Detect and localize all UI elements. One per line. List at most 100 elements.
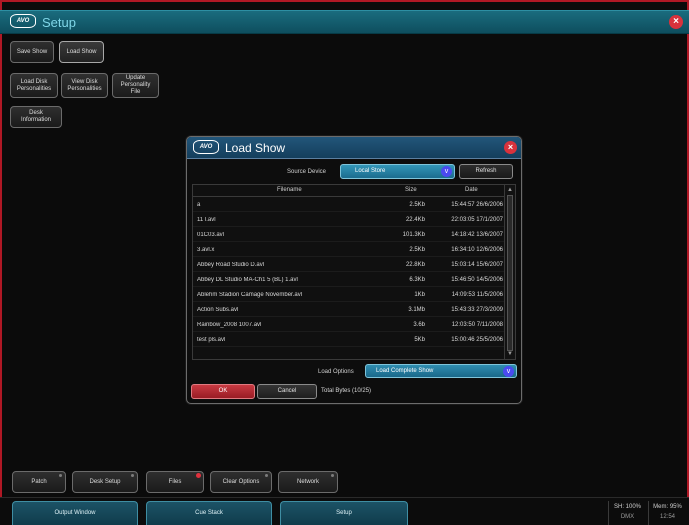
window-title: Setup: [42, 15, 76, 30]
list-header: Filename Size Date: [193, 185, 505, 197]
files-button[interactable]: Files: [146, 471, 204, 493]
corner-indicator: [131, 474, 134, 477]
status-cell-sh: SH: 100% DMX: [608, 501, 646, 525]
corner-indicator: [59, 474, 62, 477]
close-icon[interactable]: ×: [669, 15, 683, 29]
window-titlebar: AVO Setup ×: [0, 10, 689, 34]
file-row[interactable]: test pls.avl 5Kb 15:00:46 25/5/2006: [193, 333, 505, 347]
file-name: test pls.avl: [197, 337, 226, 343]
tab-setup[interactable]: Setup: [280, 501, 408, 525]
desk-setup-label: Desk Setup: [89, 478, 121, 485]
file-name: 11 l.avl: [197, 217, 216, 223]
file-size: 5Kb: [414, 337, 425, 343]
scroll-down-icon[interactable]: ▼: [506, 350, 514, 358]
update-personality-file-label: Update Personality File: [120, 75, 151, 95]
file-row[interactable]: Ablehm Stadion Camage November.avl 1Kb 14:…: [193, 288, 505, 302]
load-options-value: Load Complete Show: [376, 368, 434, 374]
load-show-label: Load Show: [66, 48, 97, 55]
alert-indicator: [196, 473, 201, 478]
scroll-up-icon[interactable]: ▲: [506, 186, 514, 194]
network-label: Network: [296, 478, 319, 485]
file-size: 22.4Kb: [405, 217, 425, 223]
status-mem-sub: 12:54: [659, 514, 675, 520]
file-row[interactable]: a 2.5Kb 15:44:57 26/6/2006: [193, 198, 505, 212]
dialog-titlebar[interactable]: AVO Load Show ×: [187, 137, 521, 159]
file-date: 15:43:33 27/3/2009: [451, 307, 503, 313]
file-row[interactable]: Action Subs.avl 3.1Mb 15:43:33 27/3/2009: [193, 303, 505, 317]
close-icon[interactable]: ×: [504, 141, 517, 154]
file-size: 101.3Kb: [402, 232, 425, 238]
file-row[interactable]: 11 l.avl 22.4Kb 22:03:05 17/1/2007: [193, 213, 505, 227]
chevron-down-icon: v: [441, 166, 452, 177]
status-sh-sub: DMX: [620, 514, 635, 520]
tab-output-window[interactable]: Output Window: [12, 501, 138, 525]
column-header-date[interactable]: Date: [465, 187, 478, 193]
bottom-workspace-bar: Output Window Cue Stack Setup SH: 100% D…: [0, 497, 689, 525]
load-show-button[interactable]: Load Show: [59, 41, 104, 63]
update-personality-file-button[interactable]: Update Personality File: [112, 73, 159, 98]
file-size: 2.5Kb: [409, 247, 425, 253]
patch-label: Patch: [31, 478, 47, 485]
file-name: Abbey DL Studio MA-Ch1 5 (BL) 1.avl: [197, 277, 298, 283]
patch-button[interactable]: Patch: [12, 471, 66, 493]
load-options-select[interactable]: Load Complete Show v: [365, 364, 517, 378]
avolites-logo: AVO: [193, 140, 219, 154]
source-device-value: Local Store: [355, 168, 386, 174]
tab-cue-stack[interactable]: Cue Stack: [146, 501, 272, 525]
avolites-logo: AVO: [10, 14, 36, 28]
file-row[interactable]: Abbey Road Studio D.avl 22.8Kb 15:03:14 15…: [193, 258, 505, 272]
load-disk-personalities-button[interactable]: Load Disk Personalities: [10, 73, 58, 98]
file-row[interactable]: 01C03.avl 101.3Kb 14:18:42 13/6/2007: [193, 228, 505, 242]
file-size: 22.8Kb: [405, 262, 425, 268]
load-disk-personalities-label: Load Disk Personalities: [16, 78, 52, 92]
chevron-down-icon: v: [503, 366, 514, 377]
status-sh-value: SH: 100%: [613, 504, 641, 510]
dialog-title: Load Show: [225, 141, 286, 155]
column-header-filename[interactable]: Filename: [277, 187, 302, 193]
desk-information-button[interactable]: Desk Information: [10, 106, 62, 128]
refresh-button[interactable]: Refresh: [459, 164, 513, 179]
list-scrollbar[interactable]: ▲ ▼: [504, 185, 515, 359]
load-options-label: Load Options: [318, 369, 354, 375]
network-button[interactable]: Network: [278, 471, 338, 493]
file-date: 14:09:53 11/5/2006: [451, 292, 503, 298]
dialog-status-text: Total Bytes (10/25): [321, 388, 372, 394]
corner-indicator: [265, 474, 268, 477]
source-device-label: Source Device: [287, 169, 327, 175]
save-show-button[interactable]: Save Show: [10, 41, 54, 63]
file-date: 15:44:57 26/6/2006: [451, 202, 503, 208]
cancel-button[interactable]: Cancel: [257, 384, 317, 399]
file-name: Abbey Road Studio D.avl: [197, 262, 265, 268]
file-row[interactable]: Rainbow_2008 1007.avl 3.6b 12:03:50 7/11/2…: [193, 318, 505, 332]
file-date: 14:18:42 13/6/2007: [451, 232, 503, 238]
source-device-select[interactable]: Local Store v: [340, 164, 455, 179]
file-row[interactable]: Abbey DL Studio MA-Ch1 5 (BL) 1.avl 6.3Kb…: [193, 273, 505, 287]
ok-button[interactable]: OK: [191, 384, 255, 399]
file-list[interactable]: Filename Size Date a 2.5Kb 15:44:57 26/6/2…: [192, 184, 516, 360]
file-date: 12:03:50 7/11/2008: [451, 322, 503, 328]
file-name: 3.avl.x: [197, 247, 215, 253]
clear-options-button[interactable]: Clear Options: [210, 471, 272, 493]
file-name: Rainbow_2008 1007.avl: [197, 322, 262, 328]
column-header-size[interactable]: Size: [405, 187, 417, 193]
save-show-label: Save Show: [16, 48, 48, 55]
file-size: 3.1Mb: [408, 307, 425, 313]
view-disk-personalities-button[interactable]: View Disk Personalities: [61, 73, 108, 98]
file-date: 15:00:46 25/5/2006: [451, 337, 503, 343]
file-date: 15:03:14 15/6/2007: [451, 262, 503, 268]
desk-setup-button[interactable]: Desk Setup: [72, 471, 138, 493]
file-name: Action Subs.avl: [197, 307, 239, 313]
corner-indicator: [331, 474, 334, 477]
load-show-dialog: AVO Load Show × Source Device Local Stor…: [186, 136, 522, 404]
file-row[interactable]: 3.avl.x 2.5Kb 16:34:10 12/6/2006: [193, 243, 505, 257]
scroll-thumb[interactable]: [507, 195, 513, 351]
desk-information-label: Desk Information: [20, 110, 51, 123]
file-size: 3.6b: [413, 322, 425, 328]
file-date: 16:34:10 12/6/2006: [451, 247, 503, 253]
file-date: 15:46:50 14/5/2006: [451, 277, 503, 283]
files-label: Files: [168, 478, 182, 485]
status-mem-value: Mem: 95%: [653, 504, 682, 510]
status-cell-mem: Mem: 95% 12:54: [648, 501, 686, 525]
file-size: 6.3Kb: [409, 277, 425, 283]
file-date: 22:03:05 17/1/2007: [451, 217, 503, 223]
